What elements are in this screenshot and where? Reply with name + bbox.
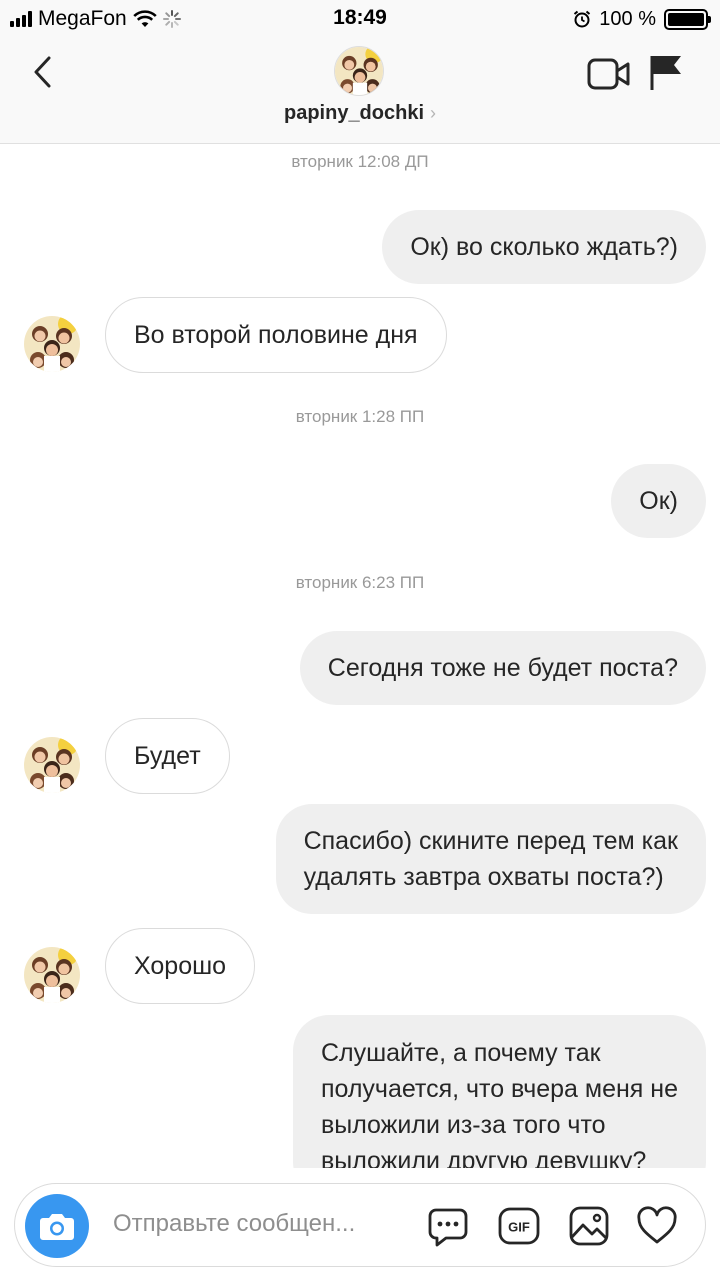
battery-percent: 100 %: [599, 7, 656, 30]
message-line: Слушайте, а почему так: [320, 1039, 601, 1067]
chat-bubble-button[interactable]: [426, 1204, 470, 1248]
incoming-message[interactable]: Будет: [105, 718, 230, 794]
gif-button[interactable]: GIF: [497, 1204, 541, 1248]
battery-icon: [664, 8, 711, 30]
report-button[interactable]: [648, 52, 684, 92]
outgoing-message[interactable]: Ок): [611, 464, 706, 538]
like-button[interactable]: [635, 1204, 679, 1248]
camera-button[interactable]: [25, 1194, 89, 1258]
alarm-icon: [574, 10, 591, 28]
gif-icon: GIF: [498, 1207, 540, 1245]
chat-header: papiny_dochki ›: [0, 38, 720, 144]
gif-label: GIF: [508, 1220, 530, 1235]
flag-icon: [650, 56, 681, 90]
message-line: удалять завтра охваты поста?): [303, 863, 664, 891]
sender-avatar[interactable]: [24, 947, 80, 1003]
incoming-message[interactable]: Хорошо: [105, 928, 256, 1004]
heart-icon: [637, 1206, 677, 1244]
profile-photo-icon: [335, 47, 383, 95]
sender-avatar[interactable]: [24, 316, 80, 372]
camera-icon: [40, 1214, 74, 1240]
gallery-icon: [569, 1206, 609, 1246]
outgoing-message[interactable]: Сегодня тоже не будет поста?: [299, 631, 706, 705]
outgoing-message[interactable]: Ок) во сколько ждать?): [382, 210, 706, 284]
status-bar: MegaFon 18:49 100 %: [0, 0, 720, 38]
message-timestamp: вторник 1:28 ПП: [295, 407, 425, 426]
message-timestamp: вторник 12:08 ДП: [291, 152, 429, 171]
message-input[interactable]: Отправьте сообщен...: [113, 1210, 355, 1238]
message-composer: Отправьте сообщен... GIF: [14, 1183, 706, 1267]
message-line: получается, что вчера меня не: [320, 1075, 678, 1103]
header-avatar[interactable]: [334, 46, 384, 96]
header-username[interactable]: papiny_dochki ›: [0, 102, 720, 125]
video-call-button[interactable]: [586, 56, 632, 92]
profile-photo-icon: [24, 947, 80, 1003]
sender-avatar[interactable]: [24, 737, 80, 793]
outgoing-message[interactable]: Спасибо) скините перед тем как удалять з…: [275, 804, 706, 914]
back-chevron-icon: [34, 56, 51, 88]
gallery-button[interactable]: [567, 1204, 611, 1248]
message-timestamp: вторник 6:23 ПП: [295, 573, 425, 592]
message-line: Спасибо) скините перед тем как: [303, 827, 678, 855]
incoming-message[interactable]: Во второй половине дня: [105, 297, 447, 373]
message-line: выложили из-за того что: [320, 1111, 606, 1139]
back-button[interactable]: [24, 52, 64, 92]
battery-group: 100 %: [573, 6, 711, 32]
username-text: papiny_dochki: [283, 102, 425, 124]
profile-photo-icon: [24, 316, 80, 372]
chat-bubble-icon: [428, 1208, 468, 1247]
video-call-icon: [587, 58, 630, 90]
profile-photo-icon: [24, 737, 80, 793]
chevron-right-icon: ›: [430, 103, 437, 123]
